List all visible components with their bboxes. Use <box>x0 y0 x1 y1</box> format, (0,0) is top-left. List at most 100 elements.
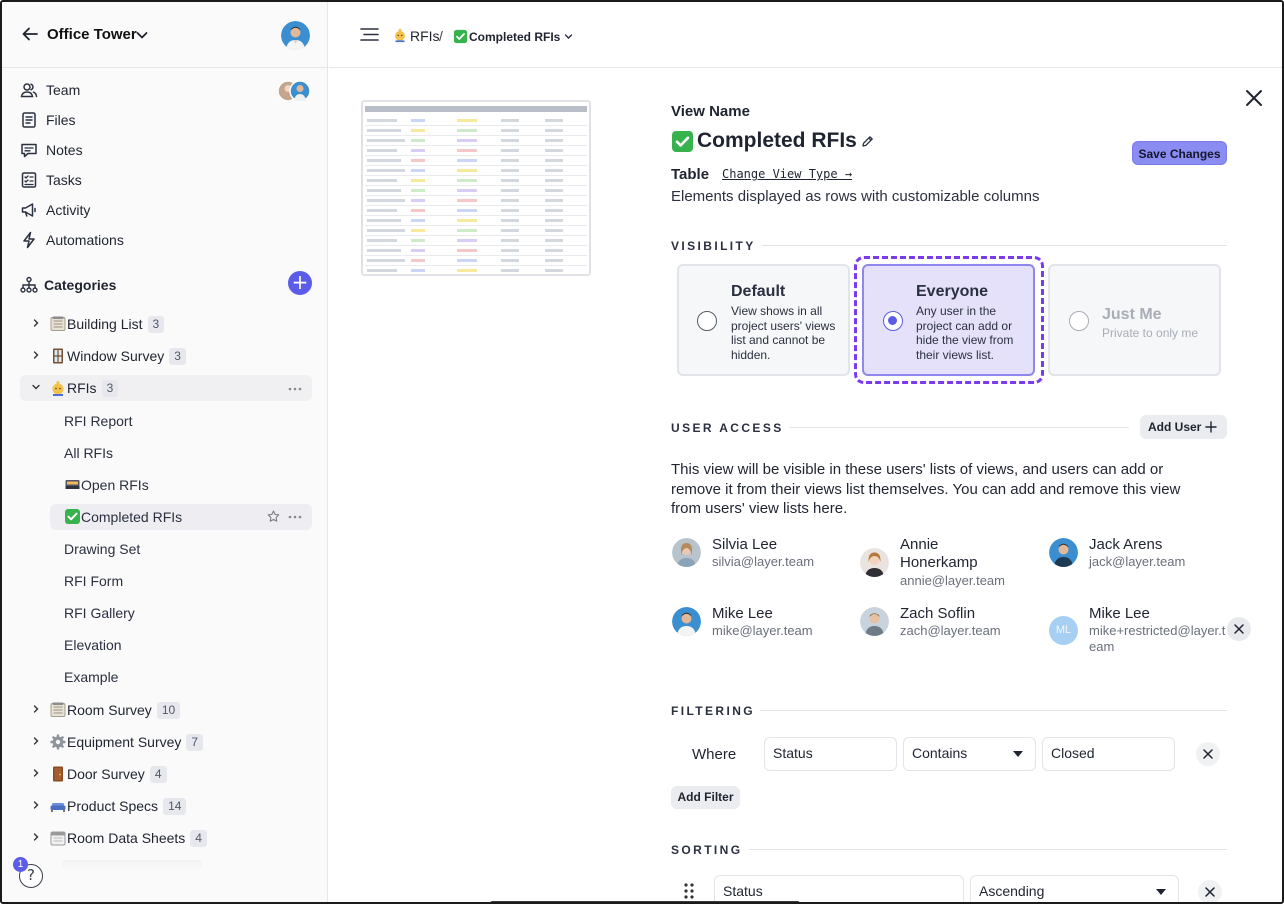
view-title[interactable]: Completed RFIs <box>697 129 857 153</box>
chevron-right-icon[interactable] <box>31 318 41 328</box>
view-name-label: View Name <box>671 103 750 120</box>
section-divider <box>760 710 1227 711</box>
more-options-icon[interactable] <box>288 515 302 519</box>
view-item-completed-rfis[interactable]: Completed RFIs <box>50 504 312 530</box>
chevron-down-icon[interactable] <box>564 33 573 40</box>
category-label: Room Survey <box>67 702 152 718</box>
breadcrumb-root[interactable]: RFIs <box>410 28 440 44</box>
user-email: silvia@layer.team <box>712 554 815 569</box>
where-label: Where <box>692 746 737 763</box>
count-badge: 3 <box>147 316 165 333</box>
nav-tasks[interactable]: Tasks <box>20 169 310 191</box>
radio-button[interactable] <box>697 311 717 331</box>
star-icon[interactable] <box>267 510 280 523</box>
notes-icon <box>21 143 37 158</box>
chevron-right-icon[interactable] <box>31 350 41 360</box>
nav-team[interactable]: Team <box>20 79 310 101</box>
category-rfis[interactable]: RFIs 3 <box>20 375 312 401</box>
section-divider <box>762 245 1227 246</box>
user-entry: Jack Arens jack@layer.team <box>1049 536 1229 594</box>
chevron-right-icon[interactable] <box>31 800 41 810</box>
caret-down-icon <box>1156 889 1166 895</box>
drag-handle-icon[interactable] <box>683 882 695 900</box>
user-entry: Annie Honerkamp annie@layer.team <box>860 536 1030 596</box>
category-window-survey[interactable]: Window Survey 3 <box>20 343 312 369</box>
radio-button[interactable] <box>1069 311 1089 331</box>
close-icon <box>1203 749 1213 759</box>
add-user-label: Add User <box>1148 420 1202 434</box>
view-item-rfi-gallery[interactable]: RFI Gallery <box>50 600 312 626</box>
add-filter-button[interactable]: Add Filter <box>671 786 740 809</box>
user-avatar[interactable] <box>281 21 310 50</box>
category-room-data-sheets[interactable]: Room Data Sheets 4 <box>20 825 312 851</box>
chevron-right-icon[interactable] <box>31 832 41 842</box>
menu-toggle-icon[interactable] <box>360 27 379 42</box>
visibility-option-default[interactable]: Default View shows in all project users'… <box>677 264 850 376</box>
project-title[interactable]: Office Tower <box>47 26 137 43</box>
save-changes-button[interactable]: Save Changes <box>1132 141 1227 165</box>
user-access-section-title: USER ACCESS <box>671 421 784 435</box>
category-room-survey[interactable]: Room Survey 10 <box>20 697 312 723</box>
add-user-button[interactable]: Add User <box>1140 415 1227 439</box>
option-description: Private to only me <box>1102 326 1199 340</box>
notification-badge: 1 <box>13 857 28 872</box>
category-label: Product Specs <box>67 798 159 814</box>
user-entry: Zach Soflin zach@layer.team <box>860 605 1040 663</box>
category-equipment-survey[interactable]: Equipment Survey 7 <box>20 729 312 755</box>
activity-icon <box>21 203 36 217</box>
back-arrow-icon[interactable] <box>20 24 40 44</box>
nav-activity[interactable]: Activity <box>20 199 310 221</box>
category-label: Door Survey <box>67 766 145 782</box>
chevron-right-icon[interactable] <box>31 736 41 746</box>
user-entry: Silvia Lee silvia@layer.team <box>672 536 852 594</box>
remove-sort-button[interactable] <box>1198 880 1222 902</box>
view-item-rfi-form[interactable]: RFI Form <box>50 568 312 594</box>
view-item-example[interactable]: Example <box>50 664 312 690</box>
visibility-option-just-me[interactable]: Just Me Private to only me <box>1048 264 1221 376</box>
view-item-rfi-report[interactable]: RFI Report <box>50 408 312 434</box>
user-name: Mike Lee <box>1089 605 1150 622</box>
chevron-down-icon[interactable] <box>136 30 148 40</box>
breadcrumb-separator: / <box>439 28 443 44</box>
automations-icon <box>23 231 35 249</box>
category-product-specs[interactable]: Product Specs 14 <box>20 793 312 819</box>
count-badge: 4 <box>149 766 167 783</box>
chevron-down-icon[interactable] <box>31 382 41 392</box>
close-icon[interactable] <box>1244 88 1264 108</box>
user-avatar <box>860 548 889 577</box>
view-item-all-rfis[interactable]: All RFIs <box>50 440 312 466</box>
view-label: Elevation <box>64 637 122 653</box>
user-name: Mike Lee <box>712 605 773 622</box>
more-options-icon[interactable] <box>288 387 302 391</box>
close-icon <box>1234 624 1244 634</box>
view-label: RFI Gallery <box>64 605 135 621</box>
category-label: RFIs <box>67 380 97 396</box>
chevron-right-icon[interactable] <box>31 704 41 714</box>
nav-files[interactable]: Files <box>20 109 310 131</box>
breadcrumb-current[interactable]: Completed RFIs <box>469 30 560 44</box>
nav-notes[interactable]: Notes <box>20 139 310 161</box>
view-item-open-rfis[interactable]: Open RFIs <box>50 472 312 498</box>
filter-value-input[interactable]: Closed <box>1042 737 1175 771</box>
user-entry: Mike Lee mike@layer.team <box>672 605 852 663</box>
add-category-button[interactable]: + <box>288 271 312 295</box>
category-label: Equipment Survey <box>67 734 182 750</box>
remove-filter-button[interactable] <box>1196 742 1220 766</box>
categories-header: Categories <box>18 272 314 296</box>
pencil-icon[interactable] <box>861 135 874 148</box>
remove-user-button[interactable] <box>1227 617 1251 641</box>
sort-field-select[interactable]: Status <box>714 875 964 902</box>
check-icon <box>672 131 693 152</box>
nav-automations[interactable]: Automations <box>20 229 310 251</box>
view-item-drawing-set[interactable]: Drawing Set <box>50 536 312 562</box>
sort-direction-select[interactable]: Ascending <box>970 875 1179 902</box>
rfi-icon <box>395 28 405 43</box>
category-building-list[interactable]: Building List 3 <box>20 311 312 337</box>
chevron-right-icon[interactable] <box>31 768 41 778</box>
filter-operator-select[interactable]: Contains <box>903 737 1036 771</box>
category-door-survey[interactable]: Door Survey 4 <box>20 761 312 787</box>
filter-field-select[interactable]: Status <box>764 737 897 771</box>
user-avatar <box>672 538 701 567</box>
change-view-type-link[interactable]: Change View Type → <box>722 167 852 181</box>
view-item-elevation[interactable]: Elevation <box>50 632 312 658</box>
